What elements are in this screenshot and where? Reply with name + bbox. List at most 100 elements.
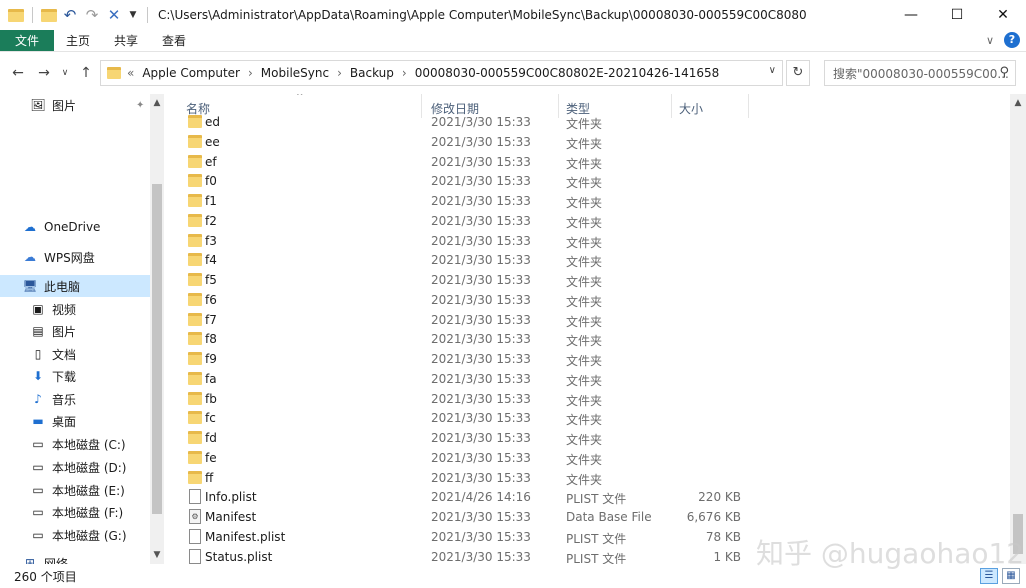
scroll-up-icon[interactable]: ▲ [150,98,164,108]
file-name: Manifest.plist [205,529,286,544]
file-name: fe [205,450,217,465]
video-icon: ▣ [32,302,44,316]
file-name: fa [205,371,217,386]
sidebar-item-pictures-quick[interactable]: 🖼 图片 ✦ [0,94,150,116]
sidebar-item-network[interactable]: ⊞ 网络 [0,552,150,564]
table-row[interactable]: ef 2021/3/30 15:33 文件夹 [166,152,766,172]
table-row[interactable]: ee 2021/3/30 15:33 文件夹 [166,132,766,152]
window-controls: — ☐ ✕ [888,0,1026,30]
address-dropdown-icon[interactable]: ∨ [769,65,776,76]
file-date: 2021/3/30 15:33 [431,529,531,544]
breadcrumb-mobilesync[interactable]: MobileSync [261,66,329,80]
sidebar-item-wps-cloud[interactable]: ☁ WPS网盘 [0,246,150,268]
undo-icon[interactable]: ↶ [61,6,79,24]
drive-icon: ▭ [32,528,44,542]
maximize-button[interactable]: ☐ [934,0,980,30]
file-date: 2021/3/30 15:33 [431,549,531,564]
sidebar-item-videos[interactable]: ▣ 视频 [0,298,150,320]
table-row[interactable]: f2 2021/3/30 15:33 文件夹 [166,211,766,231]
file-date: 2021/3/30 15:33 [431,115,531,129]
sidebar-item-onedrive[interactable]: ☁ OneDrive [0,216,150,238]
table-row[interactable]: fb 2021/3/30 15:33 文件夹 [166,389,766,409]
table-row[interactable]: f1 2021/3/30 15:33 文件夹 [166,191,766,211]
table-row[interactable]: f5 2021/3/30 15:33 文件夹 [166,270,766,290]
breadcrumb-apple-computer[interactable]: Apple Computer [142,66,240,80]
file-size: 78 KB [705,529,741,544]
drive-icon: ▭ [32,437,44,451]
file-date: 2021/3/30 15:33 [431,411,531,426]
delete-icon[interactable]: ✕ [105,6,123,24]
file-date: 2021/3/30 15:33 [431,273,531,287]
table-row[interactable]: f4 2021/3/30 15:33 文件夹 [166,250,766,270]
forward-icon[interactable]: → [34,65,54,81]
sidebar-item-documents[interactable]: ▯ 文档 [0,343,150,365]
file-name: f3 [205,233,217,248]
table-row[interactable]: fd 2021/3/30 15:33 文件夹 [166,428,766,448]
folder-icon [188,292,202,306]
sidebar-item-drive-e[interactable]: ▭ 本地磁盘 (E:) [0,479,150,501]
sidebar-item-drive-f[interactable]: ▭ 本地磁盘 (F:) [0,501,150,523]
address-bar[interactable]: « Apple Computer › MobileSync › Backup ›… [100,60,783,86]
expand-ribbon-icon[interactable]: ∨ [986,34,994,47]
sidebar-scrollbar[interactable]: ▲ ▼ [150,94,164,564]
recent-locations-icon[interactable]: ∨ [58,68,72,78]
refresh-button[interactable]: ↻ [786,60,810,86]
file-list-scrollbar[interactable]: ▲ [1010,94,1026,564]
tab-file[interactable]: 文件 [0,30,54,51]
table-row[interactable]: fa 2021/3/30 15:33 文件夹 [166,369,766,389]
table-row[interactable]: ff 2021/3/30 15:33 文件夹 [166,468,766,488]
scrollbar-thumb[interactable] [152,184,162,514]
breadcrumb-arrow-icon[interactable]: › [402,66,407,80]
title-bar: ↶ ↷ ✕ ▼ C:\Users\Administrator\AppData\R… [0,0,1026,30]
sidebar-item-desktop[interactable]: ▬ 桌面 [0,410,150,432]
file-list: ^ 名称 修改日期 类型 大小 ed 2021/3/30 15:33 文件夹 ee 20… [166,94,1010,564]
folder-icon [188,391,202,405]
sidebar-item-drive-g[interactable]: ▭ 本地磁盘 (G:) [0,524,150,546]
table-row[interactable]: ed 2021/3/30 15:33 文件夹 [166,112,766,132]
overflow-crumbs-icon[interactable]: « [127,66,134,80]
back-icon[interactable]: ← [8,65,28,81]
sidebar-item-drive-c[interactable]: ▭ 本地磁盘 (C:) [0,433,150,455]
up-icon[interactable]: ↑ [76,65,96,81]
table-row[interactable]: fe 2021/3/30 15:33 文件夹 [166,448,766,468]
breadcrumb-arrow-icon[interactable]: › [248,66,253,80]
breadcrumb-arrow-icon[interactable]: › [337,66,342,80]
scroll-up-icon[interactable]: ▲ [1010,98,1026,108]
table-row[interactable]: ⚙ Manifest 2021/3/30 15:33 Data Base File 6,… [166,507,766,527]
folder-icon [188,194,202,207]
music-icon: ♪ [34,392,42,406]
new-folder-icon[interactable] [41,8,57,22]
table-row[interactable]: f3 2021/3/30 15:33 文件夹 [166,231,766,251]
sidebar-item-downloads[interactable]: ⬇ 下载 [0,365,150,387]
breadcrumb-backup-folder[interactable]: 00008030-000559C00C80802E-20210426-14165… [415,66,720,80]
table-row[interactable]: f7 2021/3/30 15:33 文件夹 [166,310,766,330]
sidebar-item-this-pc[interactable]: 🖥 此电脑 [0,275,150,297]
help-icon[interactable]: ? [1004,32,1020,48]
table-row[interactable]: fc 2021/3/30 15:33 文件夹 [166,408,766,428]
table-row[interactable]: f6 2021/3/30 15:33 文件夹 [166,290,766,310]
sidebar-item-music[interactable]: ♪ 音乐 [0,388,150,410]
table-row[interactable]: f0 2021/3/30 15:33 文件夹 [166,171,766,191]
folder-icon [188,371,202,385]
file-type: 文件夹 [566,294,603,309]
file-name: Status.plist [205,549,273,564]
breadcrumb-backup[interactable]: Backup [350,66,394,80]
close-button[interactable]: ✕ [980,0,1026,30]
sidebar-item-pictures[interactable]: ▤ 图片 [0,320,150,342]
table-row[interactable]: Status.plist 2021/3/30 15:33 PLIST 文件 1 KB [166,547,766,564]
table-row[interactable]: f8 2021/3/30 15:33 文件夹 [166,329,766,349]
scroll-down-icon[interactable]: ▼ [150,550,164,560]
redo-icon[interactable]: ↷ [83,6,101,24]
table-row[interactable]: Info.plist 2021/4/26 14:16 PLIST 文件 220 KB [166,487,766,507]
search-input[interactable]: 搜索"00008030-000559C00... ⚲ [824,60,1016,86]
tab-view[interactable]: 查看 [150,30,198,51]
sidebar-item-drive-d[interactable]: ▭ 本地磁盘 (D:) [0,456,150,478]
table-row[interactable]: f9 2021/3/30 15:33 文件夹 [166,349,766,369]
minimize-button[interactable]: — [888,0,934,30]
file-type: 文件夹 [566,354,603,368]
table-row[interactable]: Manifest.plist 2021/3/30 15:33 PLIST 文件 78 … [166,527,766,547]
tab-home[interactable]: 主页 [54,30,102,51]
customize-chevron-icon[interactable]: ▼ [127,10,139,20]
pin-icon[interactable]: ✦ [136,100,144,111]
tab-share[interactable]: 共享 [102,30,150,51]
